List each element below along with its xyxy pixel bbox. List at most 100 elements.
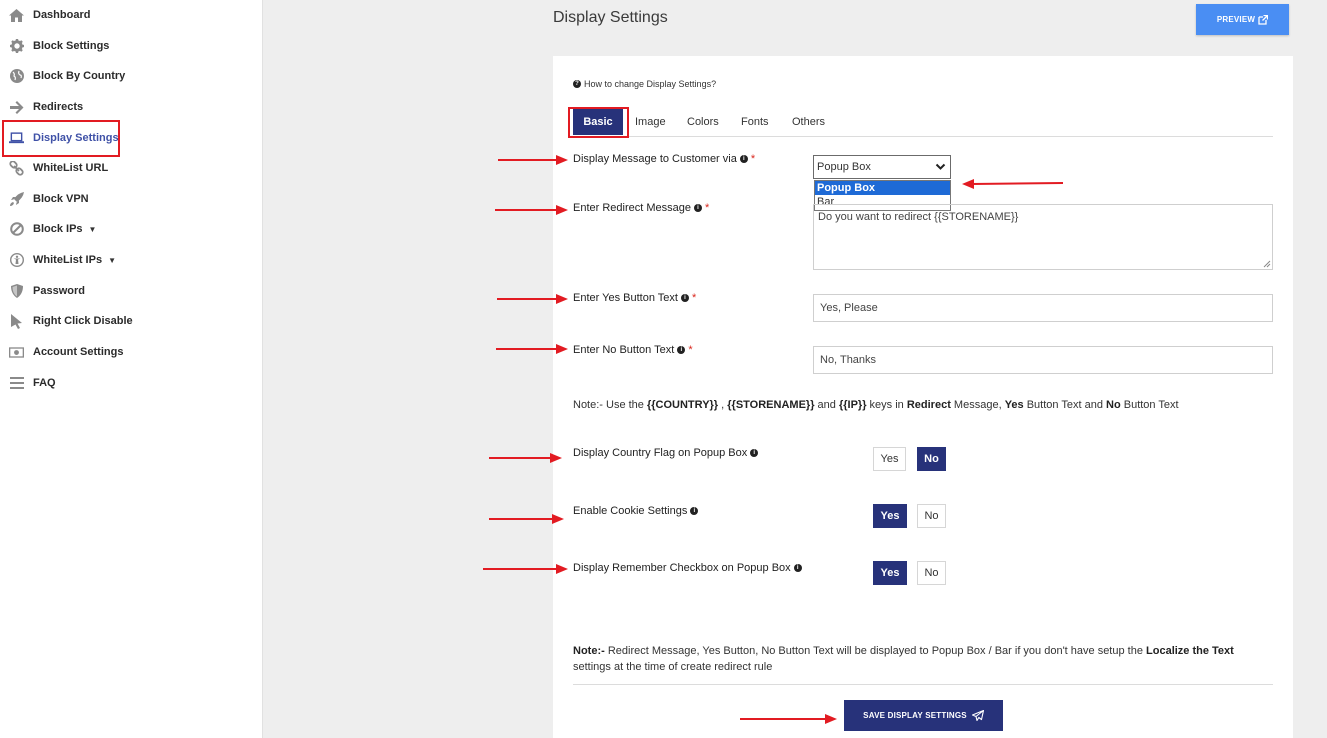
chevron-down-icon <box>935 163 946 170</box>
tab-fonts[interactable]: Fonts <box>741 109 769 135</box>
bottom-note: Note:- Redirect Message, Yes Button, No … <box>573 643 1273 675</box>
note-text: Note:- Use the <box>573 399 647 411</box>
globe-icon <box>9 69 24 84</box>
yes-text-input[interactable]: Yes, Please <box>813 294 1273 322</box>
sidebar-item-redirects[interactable]: Redirects <box>0 95 262 119</box>
tab-label: Others <box>792 116 826 128</box>
required-marker: * <box>688 344 693 356</box>
sidebar-item-right-click-disable[interactable]: Right Click Disable <box>0 309 262 333</box>
tab-image[interactable]: Image <box>635 109 666 135</box>
remember-checkbox-label: Display Remember Checkbox on Popup Box i <box>573 562 802 574</box>
note-key: {{STORENAME}} <box>727 399 815 411</box>
sidebar-item-label: Block IPs <box>33 223 83 235</box>
textarea-value: Do you want to redirect {{STORENAME}} <box>818 211 1019 223</box>
label-text: Enter Redirect Message <box>573 202 691 214</box>
info-icon: i <box>690 507 699 515</box>
toggle-label: Yes <box>880 567 900 579</box>
keys-note: Note:- Use the {{COUNTRY}} , {{STORENAME… <box>573 399 1179 411</box>
country-flag-no-button[interactable]: No <box>917 447 946 471</box>
remember-no-button[interactable]: No <box>917 561 946 585</box>
display-via-select[interactable]: Popup Box <box>813 155 951 179</box>
input-value: Yes, Please <box>820 302 878 314</box>
sidebar-item-whitelist-url[interactable]: WhiteList URL <box>0 156 262 180</box>
annotation-highlight-box <box>568 107 629 138</box>
sidebar-item-password[interactable]: Password <box>0 279 262 303</box>
label-text: Display Remember Checkbox on Popup Box <box>573 562 791 574</box>
annotation-arrow <box>489 453 562 463</box>
label-text: Enable Cookie Settings <box>573 505 688 517</box>
country-flag-label: Display Country Flag on Popup Box i <box>573 447 759 459</box>
bars-icon <box>9 376 24 391</box>
yes-text-label: Enter Yes Button Text i * <box>573 292 696 304</box>
sidebar-item-whitelist-ips[interactable]: WhiteList IPs ▼ <box>0 248 262 272</box>
sidebar-item-faq[interactable]: FAQ <box>0 371 262 395</box>
note-text: keys in <box>866 399 907 411</box>
annotation-arrow <box>740 714 837 724</box>
required-marker: * <box>750 153 756 165</box>
redirect-message-label: Enter Redirect Message i * <box>573 202 709 214</box>
resize-grip-icon[interactable] <box>1263 260 1271 268</box>
preview-button[interactable]: PREVIEW <box>1196 4 1289 35</box>
note-bold: Redirect <box>906 399 951 411</box>
gear-icon <box>9 39 24 54</box>
help-link[interactable]: ? How to change Display Settings? <box>573 79 716 89</box>
no-text-input[interactable]: No, Thanks <box>813 346 1273 374</box>
info-icon: i <box>750 449 759 457</box>
sidebar-item-block-settings[interactable]: Block Settings <box>0 34 262 58</box>
tab-bar: Basic Image Colors Fonts Others <box>573 109 1273 137</box>
save-display-settings-button[interactable]: SAVE DISPLAY SETTINGS <box>844 700 1003 731</box>
cookie-no-button[interactable]: No <box>917 504 946 528</box>
country-flag-yes-button[interactable]: Yes <box>873 447 906 471</box>
note-text: Button Text <box>1120 399 1179 411</box>
info-icon: i <box>677 346 686 354</box>
dropdown-option-popup-box[interactable]: Popup Box <box>815 181 950 195</box>
no-text-label: Enter No Button Text i * <box>573 344 693 356</box>
sidebar-item-block-by-country[interactable]: Block By Country <box>0 64 262 88</box>
annotation-arrow <box>498 155 568 165</box>
info-icon: i <box>739 155 748 163</box>
sidebar-item-label: Right Click Disable <box>33 315 133 327</box>
caret-down-icon: ▼ <box>108 256 116 265</box>
sidebar-item-block-vpn[interactable]: Block VPN <box>0 187 262 211</box>
sidebar-item-block-ips[interactable]: Block IPs ▼ <box>0 217 262 241</box>
note-bold: Localize the Text <box>1146 645 1234 657</box>
required-marker: * <box>691 292 697 304</box>
annotation-arrow <box>497 294 568 304</box>
link-icon <box>9 160 24 176</box>
display-via-label: Display Message to Customer via i * <box>573 153 755 165</box>
annotation-highlight-box <box>2 120 120 157</box>
note-text: , <box>718 399 728 411</box>
note-bold: No <box>1106 399 1121 411</box>
label-text: Display Country Flag on Popup Box <box>573 447 748 459</box>
label-text: Enter Yes Button Text <box>573 292 678 304</box>
paper-plane-icon <box>971 710 984 721</box>
cookie-yes-button[interactable]: Yes <box>873 504 907 528</box>
tab-colors[interactable]: Colors <box>687 109 719 135</box>
remember-yes-button[interactable]: Yes <box>873 561 907 585</box>
arrow-right-icon <box>9 100 24 115</box>
label-text: Display Message to Customer via <box>573 153 737 165</box>
toggle-label: No <box>924 453 939 465</box>
annotation-arrow <box>962 179 1064 189</box>
toggle-label: No <box>924 510 939 522</box>
toggle-label: Yes <box>880 453 899 465</box>
tab-label: Fonts <box>741 116 769 128</box>
note-text: settings at the time of create redirect … <box>573 661 773 673</box>
cursor-icon <box>9 313 24 329</box>
redirect-message-textarea[interactable]: Do you want to redirect {{STORENAME}} <box>813 204 1273 270</box>
annotation-arrow <box>495 205 568 215</box>
note-bold: Note:- <box>573 645 605 657</box>
help-link-text: How to change Display Settings? <box>584 79 717 89</box>
required-marker: * <box>705 202 710 214</box>
sidebar-item-account-settings[interactable]: Account Settings <box>0 340 262 364</box>
universal-access-icon <box>9 253 24 268</box>
info-icon: i <box>793 564 802 572</box>
settings-card: ? How to change Display Settings? Basic … <box>553 56 1293 738</box>
home-icon <box>9 8 24 23</box>
external-link-icon <box>1258 14 1269 25</box>
info-icon: i <box>694 204 702 212</box>
sidebar-item-dashboard[interactable]: Dashboard <box>0 3 262 27</box>
sidebar-item-label: WhiteList IPs <box>33 254 103 266</box>
tab-others[interactable]: Others <box>792 109 825 135</box>
sidebar-item-label: Dashboard <box>33 9 91 21</box>
